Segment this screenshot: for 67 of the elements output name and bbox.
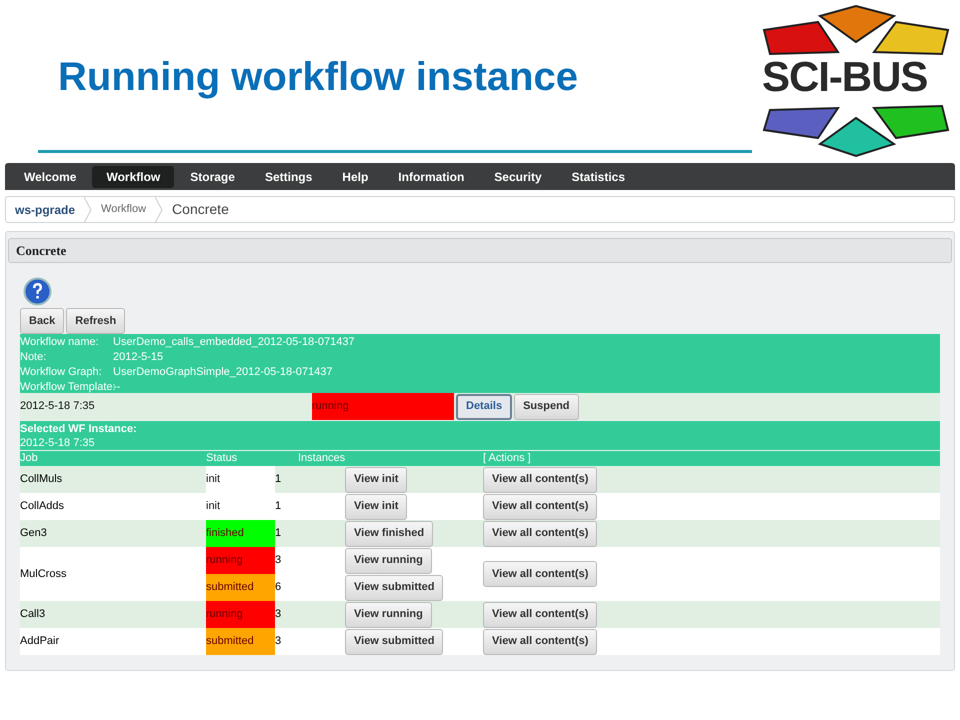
column-header: Status (206, 452, 238, 464)
nav-tab[interactable]: Workflow (92, 166, 174, 188)
nav-tab[interactable]: Settings (250, 166, 326, 188)
view-contents-button[interactable]: View all content(s) (483, 628, 598, 654)
view-contents-button[interactable]: View all content(s) (483, 494, 598, 520)
nav-tab[interactable]: Information (384, 166, 478, 188)
info-label: Workflow Graph: (20, 365, 103, 380)
view-button[interactable]: View running (345, 602, 432, 628)
status-cell: finished (206, 520, 275, 547)
status-cell: init (206, 466, 275, 493)
view-contents-button[interactable]: View all content(s) (483, 561, 598, 587)
view-contents-button[interactable]: View all content(s) (483, 602, 598, 628)
info-label: Workflow name: (20, 335, 100, 350)
view-button[interactable]: View submitted (345, 574, 444, 600)
view-button[interactable]: View running (345, 548, 432, 574)
job-name: MulCross (20, 566, 66, 582)
instance-button[interactable]: Suspend (514, 394, 579, 420)
column-header: [ Actions ] (483, 452, 531, 464)
job-name: Call3 (20, 607, 46, 622)
view-button[interactable]: View init (345, 494, 408, 520)
instance-count: 1 (275, 473, 282, 486)
instance-date: 2012-5-18 7:35 (20, 400, 95, 412)
panel-title: Concrete (16, 242, 66, 260)
breadcrumb-link[interactable]: ws-pgrade (6, 200, 84, 218)
instance-count: 6 (275, 581, 282, 594)
job-name: CollMuls (20, 472, 62, 488)
nav-tab[interactable]: Statistics (558, 166, 640, 188)
info-value: -- (113, 380, 120, 395)
info-value: UserDemo_calls_embedded_2012-05-18-071437 (113, 335, 355, 350)
logo-text: SCI-BUS (762, 56, 928, 98)
view-contents-button[interactable]: View all content(s) (483, 520, 598, 546)
breadcrumb-link[interactable]: Workflow (92, 201, 156, 218)
instance-count: 3 (275, 635, 282, 648)
column-header: Instances (298, 452, 346, 464)
column-header: Job (20, 452, 38, 464)
nav-tab[interactable]: Welcome (10, 166, 90, 188)
info-value: UserDemoGraphSimple_2012-05-18-071437 (113, 365, 333, 380)
instance-count: 1 (275, 500, 282, 512)
status-cell: running (206, 601, 275, 628)
nav-tab[interactable]: Help (328, 166, 382, 188)
status-cell: submitted (206, 574, 275, 601)
help-icon[interactable] (23, 277, 52, 306)
view-button[interactable]: View finished (345, 520, 434, 546)
slide-title: Running workflow instance (58, 57, 578, 97)
instance-count: 1 (275, 527, 282, 540)
nav-tab[interactable]: Security (480, 166, 556, 188)
instance-count: 3 (275, 554, 282, 566)
view-button[interactable]: View init (345, 466, 408, 492)
info-label: Note: (20, 350, 48, 365)
job-name: AddPair (20, 634, 60, 650)
toolbar-button[interactable]: Back (20, 308, 64, 334)
status-cell: running (206, 547, 275, 574)
instance-count: 3 (275, 608, 282, 620)
selected-instance-date: 2012-5-18 7:35 (20, 436, 95, 450)
info-label: Workflow Template: (20, 380, 113, 395)
instance-button[interactable]: Details (456, 394, 512, 420)
breadcrumb-current: Concrete (171, 200, 230, 219)
info-value: 2012-5-15 (113, 350, 164, 365)
nav-tab[interactable]: Storage (176, 166, 249, 188)
job-name: Gen3 (20, 526, 47, 542)
selected-instance-title: Selected WF Instance: (20, 422, 137, 436)
view-button[interactable]: View submitted (345, 628, 444, 654)
status-cell: submitted (206, 628, 275, 655)
job-name: CollAdds (20, 499, 64, 514)
status-cell: running (312, 393, 454, 420)
toolbar-button[interactable]: Refresh (66, 308, 126, 334)
view-contents-button[interactable]: View all content(s) (483, 466, 598, 492)
